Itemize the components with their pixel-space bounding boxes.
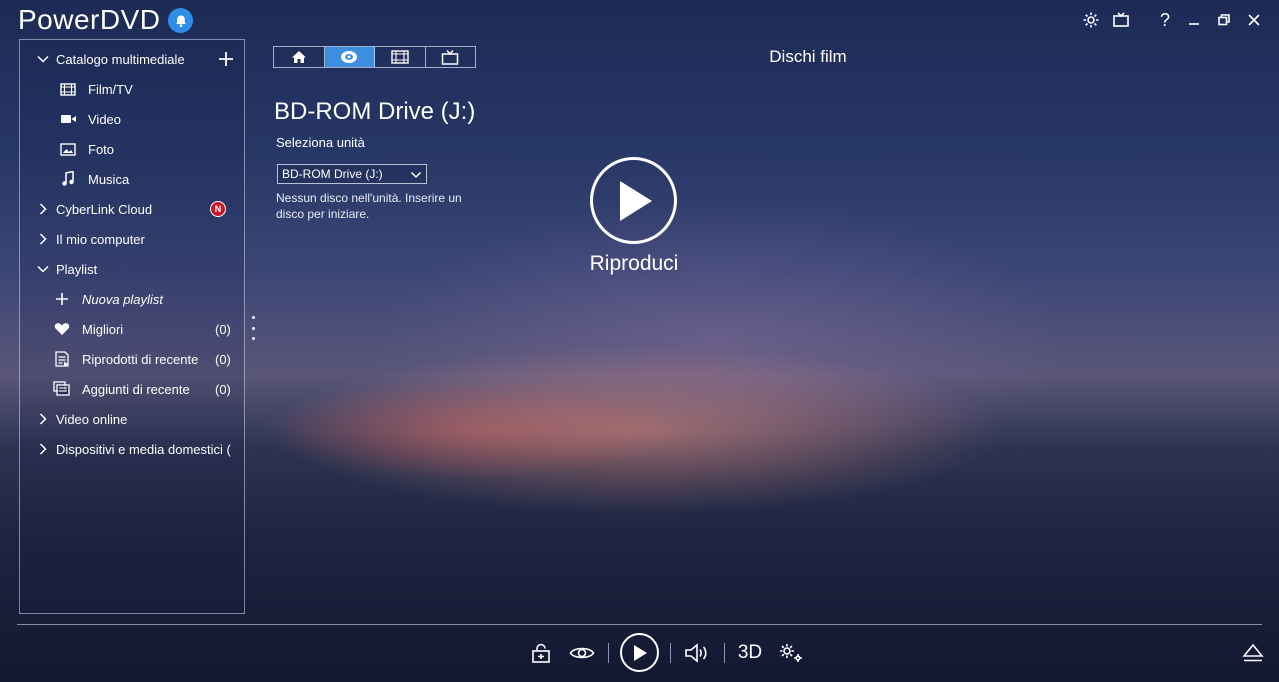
sidebar-item-label: Aggiunti di recente — [82, 381, 190, 397]
sidebar-item-video[interactable]: Video — [20, 105, 244, 133]
video-camera-icon — [59, 110, 77, 128]
sidebar-item-label: Riprodotti di recente — [82, 351, 199, 367]
add-icon[interactable] — [218, 51, 234, 67]
settings-gear-icon[interactable] — [1079, 8, 1103, 32]
item-count: (0) — [215, 321, 231, 337]
no-disc-message: Nessun disco nell'unità. Inserire un dis… — [276, 191, 462, 221]
chevron-right-icon — [39, 443, 47, 455]
view-tabs — [273, 46, 476, 68]
drive-select[interactable]: BD-ROM Drive (J:) — [277, 164, 427, 184]
sidebar-item-photo[interactable]: Foto — [20, 135, 244, 163]
tab-home[interactable] — [274, 47, 325, 67]
eye-icon[interactable] — [568, 638, 596, 668]
play-icon — [633, 644, 647, 661]
drive-title: BD-ROM Drive (J:) — [274, 98, 476, 125]
film-icon — [391, 50, 409, 64]
sidebar-item-label: Catalogo multimediale — [56, 51, 185, 67]
tv-icon — [442, 50, 459, 65]
close-icon[interactable] — [1242, 8, 1266, 32]
sidebar-item-recently-played[interactable]: Riprodotti di recente (0) — [20, 345, 244, 373]
item-count: (0) — [215, 381, 231, 397]
sidebar-item-label: Video — [88, 111, 122, 127]
sidebar-item-favorites[interactable]: Migliori (0) — [20, 315, 244, 343]
sidebar-item-label: Film/TV — [88, 81, 133, 97]
help-icon[interactable]: ? — [1153, 8, 1177, 32]
music-note-icon — [59, 170, 77, 188]
sidebar-item-music[interactable]: Musica — [20, 165, 244, 193]
tab-movie-discs[interactable] — [324, 47, 375, 67]
sidebar-item-home-media[interactable]: Dispositivi e media domestici ( — [20, 435, 244, 463]
sidebar-item-label: CyberLink Cloud — [56, 201, 153, 217]
play-icon — [619, 180, 652, 221]
drive-select-label: Seleziona unità — [276, 135, 365, 150]
section-title: Dischi film — [769, 47, 847, 66]
drive-select-value: BD-ROM Drive (J:) — [282, 167, 383, 181]
tab-tv[interactable] — [426, 47, 476, 67]
disc-icon — [341, 51, 358, 63]
player-settings-icon[interactable] — [777, 638, 805, 668]
new-badge: N — [210, 201, 226, 217]
chevron-right-icon — [39, 413, 47, 425]
item-count: (0) — [215, 351, 231, 367]
notification-bell-icon[interactable] — [168, 8, 193, 33]
sidebar-item-label: Nuova playlist — [82, 291, 163, 307]
play-button[interactable] — [590, 157, 677, 244]
sidebar-item-playlist[interactable]: Playlist — [20, 255, 244, 283]
sidebar-item-label: Dispositivi e media domestici ( — [56, 441, 231, 457]
sidebar-item-film-tv[interactable]: Film/TV — [20, 75, 244, 103]
home-icon — [291, 51, 306, 63]
tab-movies-tv[interactable] — [375, 47, 426, 67]
chevron-down-icon — [37, 265, 49, 273]
chevron-right-icon — [39, 233, 47, 245]
minimize-icon[interactable] — [1182, 8, 1206, 32]
film-icon — [59, 80, 77, 98]
restore-icon[interactable] — [1212, 8, 1236, 32]
eject-icon[interactable] — [1240, 638, 1266, 668]
sidebar-item-my-computer[interactable]: Il mio computer — [20, 225, 244, 253]
sidebar-item-cyberlink-cloud[interactable]: CyberLink Cloud N — [20, 195, 244, 223]
add-icon — [53, 290, 71, 308]
sidebar: Catalogo multimediale Film/TV Video Foto… — [19, 39, 245, 614]
chevron-down-icon — [410, 171, 422, 179]
sidebar-item-label: Foto — [88, 141, 115, 157]
recent-played-icon — [53, 350, 71, 368]
sidebar-item-online-video[interactable]: Video online — [20, 405, 244, 433]
control-bar-divider — [17, 624, 1262, 625]
chevron-right-icon — [39, 203, 47, 215]
sidebar-item-new-playlist[interactable]: Nuova playlist — [20, 285, 244, 313]
3d-button[interactable]: 3D — [735, 638, 765, 668]
app-title: PowerDVD — [18, 4, 161, 35]
chevron-down-icon — [37, 55, 49, 63]
play-label: Riproduci — [589, 252, 679, 275]
play-pause-button[interactable] — [620, 633, 659, 672]
sidebar-item-label: Playlist — [56, 261, 98, 277]
sidebar-resize-handle[interactable] — [250, 316, 256, 340]
heart-icon — [53, 320, 71, 338]
recent-added-icon — [53, 380, 71, 398]
separator — [724, 643, 725, 663]
separator — [670, 643, 671, 663]
sidebar-item-label: Il mio computer — [56, 231, 145, 247]
snapshot-icon[interactable] — [528, 638, 554, 668]
tv-mode-icon[interactable] — [1109, 8, 1133, 32]
volume-icon[interactable] — [683, 638, 711, 668]
sidebar-item-label: Migliori — [82, 321, 124, 337]
sidebar-item-media-catalog[interactable]: Catalogo multimediale — [20, 45, 244, 73]
separator — [608, 643, 609, 663]
sidebar-item-recently-added[interactable]: Aggiunti di recente (0) — [20, 375, 244, 403]
sidebar-item-label: Video online — [56, 411, 128, 427]
photo-icon — [59, 140, 77, 158]
sidebar-item-label: Musica — [88, 171, 130, 187]
